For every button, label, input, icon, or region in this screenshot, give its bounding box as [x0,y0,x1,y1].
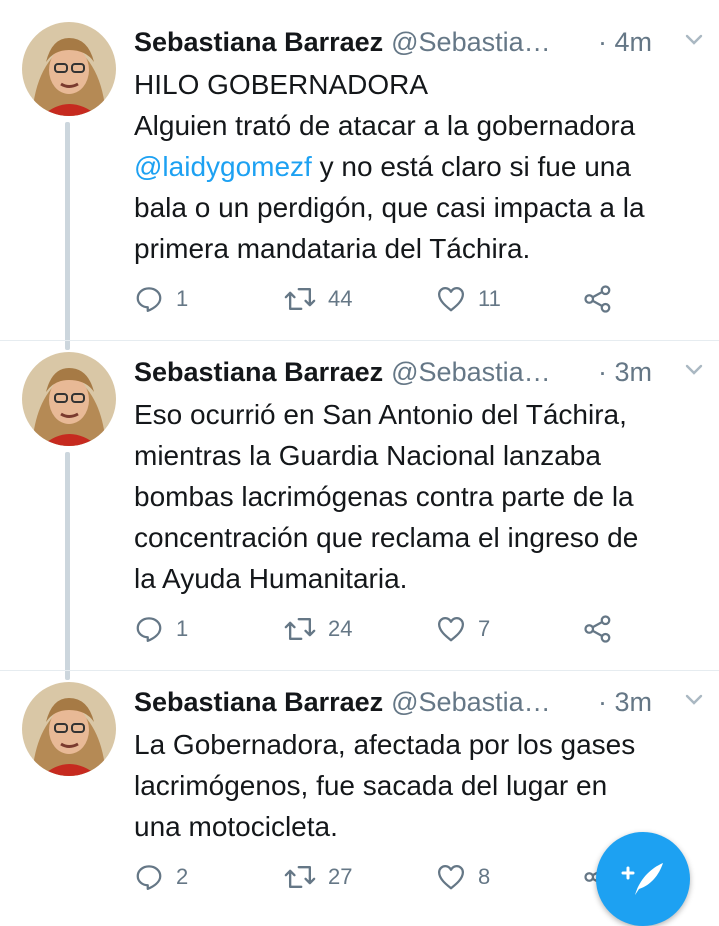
chevron-down-icon[interactable] [682,358,706,382]
share-button[interactable] [582,284,614,314]
mention-link[interactable]: @laidygomezf [134,151,312,182]
reply-icon [136,287,162,312]
timestamp[interactable]: · 3m [598,357,652,388]
retweet-icon [284,865,316,889]
author-handle[interactable]: @Sebastia… [391,27,550,58]
thread-line [65,122,70,350]
like-count: 7 [478,616,491,641]
tweet-line: HILO GOBERNADORA [134,69,429,100]
avatar[interactable] [22,682,116,776]
like-button[interactable]: 8 [436,862,490,892]
retweet-button[interactable]: 44 [284,284,352,314]
tweet-header: Sebastiana Barraez @Sebastia… · 3m [134,352,704,392]
like-button[interactable]: 11 [436,284,501,314]
retweet-button[interactable]: 27 [284,862,352,892]
tweet-divider [0,670,719,671]
retweet-count: 44 [328,286,353,311]
retweet-icon [284,287,316,311]
tweet-text: HILO GOBERNADORA Alguien trató de atacar… [134,64,709,269]
share-icon [584,285,611,313]
chevron-down-icon[interactable] [682,28,706,52]
share-icon [584,615,611,643]
reply-button[interactable]: 2 [134,862,188,892]
author-name[interactable]: Sebastiana Barraez [134,687,383,718]
avatar[interactable] [22,22,116,116]
tweet-divider [0,340,719,341]
tweet-header: Sebastiana Barraez @Sebastia… · 4m [134,22,704,62]
author-handle[interactable]: @Sebastia… [391,357,550,388]
like-count: 11 [478,286,501,311]
heart-icon [438,865,464,890]
compose-tweet-icon [621,863,663,895]
retweet-icon [284,617,316,641]
chevron-down-icon[interactable] [682,688,706,712]
tweet-text: La Gobernadora, afectada por los gases l… [134,729,636,842]
heart-icon [438,617,464,642]
timestamp[interactable]: · 4m [598,27,652,58]
reply-count: 1 [176,616,189,641]
reply-icon [136,865,162,890]
author-name[interactable]: Sebastiana Barraez [134,27,383,58]
author-handle[interactable]: @Sebastia… [391,687,550,718]
share-button[interactable] [582,614,614,644]
tweet-line: Alguien trató de atacar a la gobernadora [134,110,636,141]
retweet-count: 27 [328,864,353,889]
reply-count: 2 [176,864,189,889]
reply-button[interactable]: 1 [134,614,188,644]
tweet-actions: 1 24 7 [134,614,694,648]
author-name[interactable]: Sebastiana Barraez [134,357,383,388]
tweet-text: Eso ocurrió en San Antonio del Táchira, … [134,399,639,594]
reply-count: 1 [176,286,189,311]
timestamp[interactable]: · 3m [598,687,652,718]
heart-icon [438,287,464,312]
like-button[interactable]: 7 [436,614,490,644]
like-count: 8 [478,864,491,889]
tweet-header: Sebastiana Barraez @Sebastia… · 3m [134,682,704,722]
avatar[interactable] [22,352,116,446]
reply-icon [136,617,162,642]
thread-line [65,452,70,680]
tweet-actions: 1 44 11 [134,284,694,318]
retweet-count: 24 [328,616,353,641]
reply-button[interactable]: 1 [134,284,188,314]
retweet-button[interactable]: 24 [284,614,352,644]
